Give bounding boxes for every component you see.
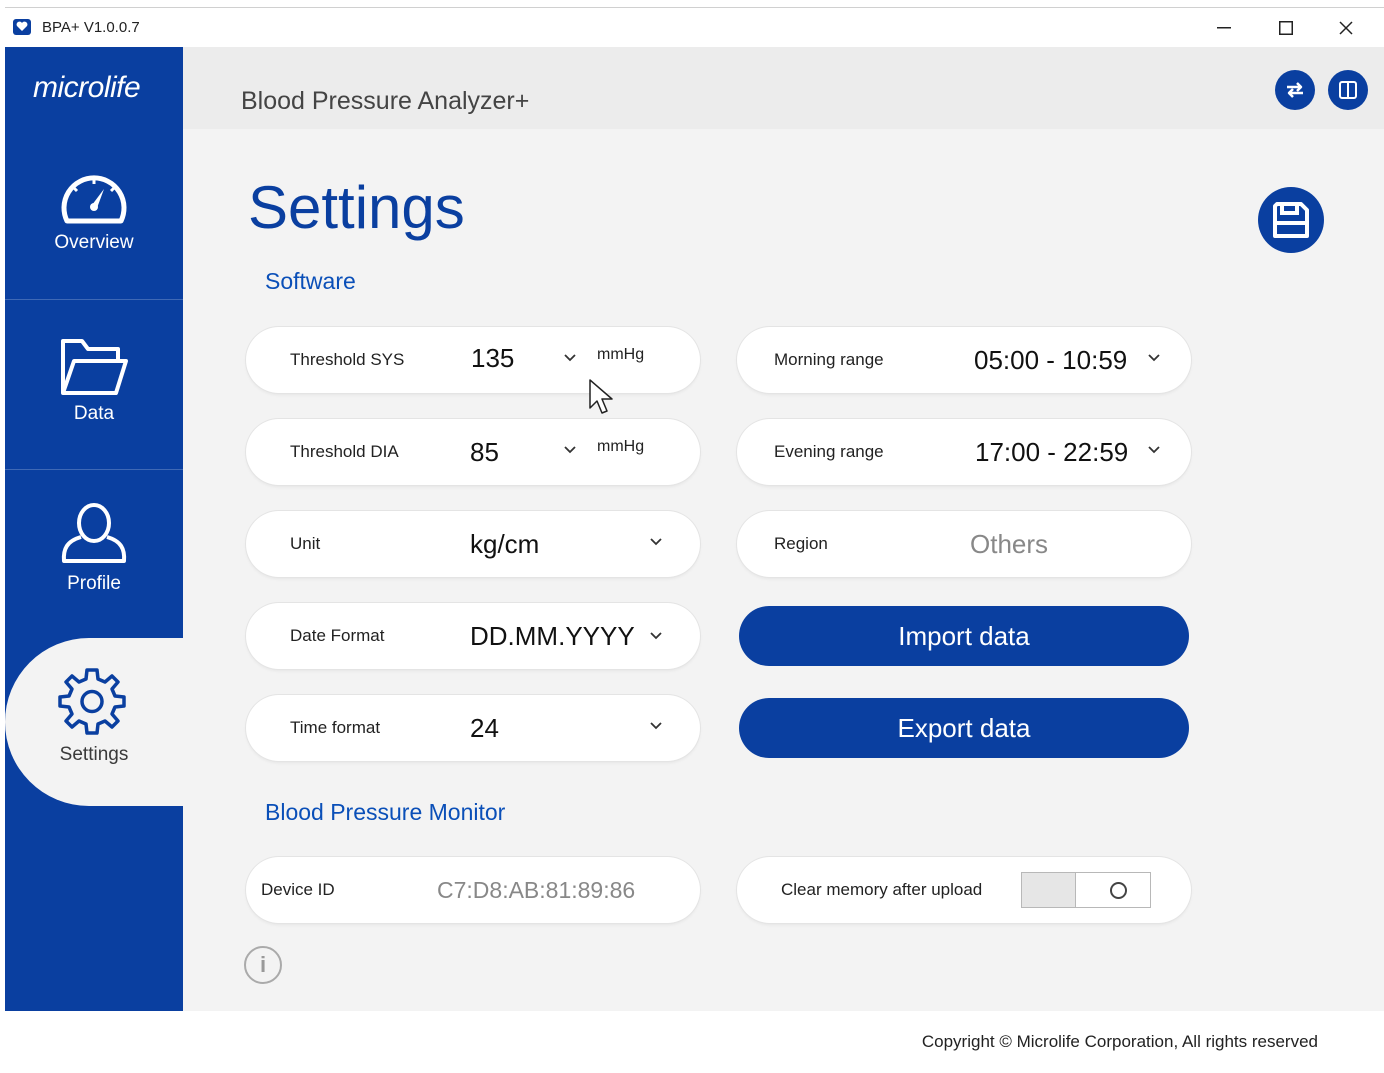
app-heart-icon bbox=[13, 19, 31, 35]
floppy-disk-icon bbox=[1273, 202, 1309, 238]
chevron-down-icon[interactable] bbox=[564, 354, 576, 362]
window-titlebar: BPA+ V1.0.0.7 bbox=[5, 7, 1384, 47]
maximize-button[interactable] bbox=[1263, 12, 1309, 44]
export-data-button[interactable]: Export data bbox=[739, 698, 1189, 758]
clear-memory-field: Clear memory after upload bbox=[737, 857, 1191, 923]
date-format-field[interactable]: Date Format DD.MM.YYYY bbox=[246, 603, 700, 669]
chevron-down-icon[interactable] bbox=[650, 538, 662, 546]
unit-value: kg/cm bbox=[470, 529, 540, 559]
time-format-value: 24 bbox=[470, 713, 499, 743]
microlife-logo: microlife bbox=[33, 71, 141, 104]
folder-icon bbox=[61, 339, 128, 395]
threshold-dia-value: 85 bbox=[470, 437, 499, 467]
toggle-knob bbox=[1022, 873, 1076, 907]
app-header: Blood Pressure Analyzer+ bbox=[183, 47, 1384, 129]
chevron-down-icon[interactable] bbox=[1148, 446, 1160, 454]
window-title: BPA+ V1.0.0.7 bbox=[42, 19, 140, 36]
morning-range-field[interactable]: Morning range 05:00 - 10:59 bbox=[737, 327, 1191, 393]
chevron-down-icon[interactable] bbox=[564, 446, 576, 454]
copyright-text: Copyright © Microlife Corporation, All r… bbox=[921, 1032, 1318, 1051]
settings-panel: Settings Software Threshold SYS 135 mmHg… bbox=[183, 129, 1384, 1011]
close-button[interactable] bbox=[1323, 12, 1369, 44]
chevron-down-icon[interactable] bbox=[1148, 354, 1160, 362]
threshold-sys-value: 135 bbox=[471, 343, 515, 373]
sidebar-item-overview[interactable]: Overview bbox=[5, 157, 183, 327]
toggle-off-icon bbox=[1110, 882, 1127, 899]
time-format-field[interactable]: Time format 24 bbox=[246, 695, 700, 761]
book-icon bbox=[1339, 81, 1357, 99]
user-icon bbox=[61, 503, 127, 563]
device-id-value: C7:D8:AB:81:89:86 bbox=[437, 877, 636, 903]
swap-button[interactable] bbox=[1275, 70, 1315, 110]
gear-icon bbox=[58, 668, 126, 735]
region-field: Region Others bbox=[737, 511, 1191, 577]
evening-range-value: 17:00 - 22:59 bbox=[975, 437, 1129, 467]
sidebar-item-settings[interactable]: Settings bbox=[5, 638, 183, 806]
app-title: Blood Pressure Analyzer+ bbox=[241, 87, 530, 115]
date-format-value: DD.MM.YYYY bbox=[470, 621, 635, 651]
manual-button[interactable] bbox=[1328, 70, 1368, 110]
info-button[interactable]: i bbox=[244, 946, 282, 984]
save-button[interactable] bbox=[1258, 187, 1324, 253]
info-icon: i bbox=[259, 952, 267, 977]
morning-range-value: 05:00 - 10:59 bbox=[974, 345, 1128, 375]
section-title-blood-pressure-monitor: Blood Pressure Monitor bbox=[265, 799, 506, 825]
sidebar: microlife Overview Data Profile Settings bbox=[5, 47, 183, 1011]
gauge-icon bbox=[61, 175, 127, 224]
page-title: Settings bbox=[248, 174, 465, 241]
sidebar-item-data[interactable]: Data bbox=[5, 327, 183, 497]
import-data-button[interactable]: Import data bbox=[739, 606, 1189, 666]
mouse-cursor-icon bbox=[589, 379, 613, 414]
clear-memory-toggle[interactable] bbox=[1021, 872, 1151, 908]
threshold-dia-field[interactable]: Threshold DIA 85 mmHg bbox=[246, 419, 700, 485]
chevron-down-icon[interactable] bbox=[650, 722, 662, 730]
threshold-sys-field[interactable]: Threshold SYS 135 mmHg bbox=[246, 327, 700, 393]
region-value: Others bbox=[970, 529, 1049, 559]
chevron-down-icon[interactable] bbox=[650, 632, 662, 640]
section-title-software: Software bbox=[265, 268, 356, 294]
footer: Copyright © Microlife Corporation, All r… bbox=[0, 1011, 1384, 1073]
evening-range-field[interactable]: Evening range 17:00 - 22:59 bbox=[737, 419, 1191, 485]
device-id-field: Device ID C7:D8:AB:81:89:86 bbox=[246, 857, 700, 923]
minimize-button[interactable] bbox=[1201, 12, 1247, 44]
swap-icon bbox=[1287, 82, 1303, 98]
unit-field[interactable]: Unit kg/cm bbox=[246, 511, 700, 577]
